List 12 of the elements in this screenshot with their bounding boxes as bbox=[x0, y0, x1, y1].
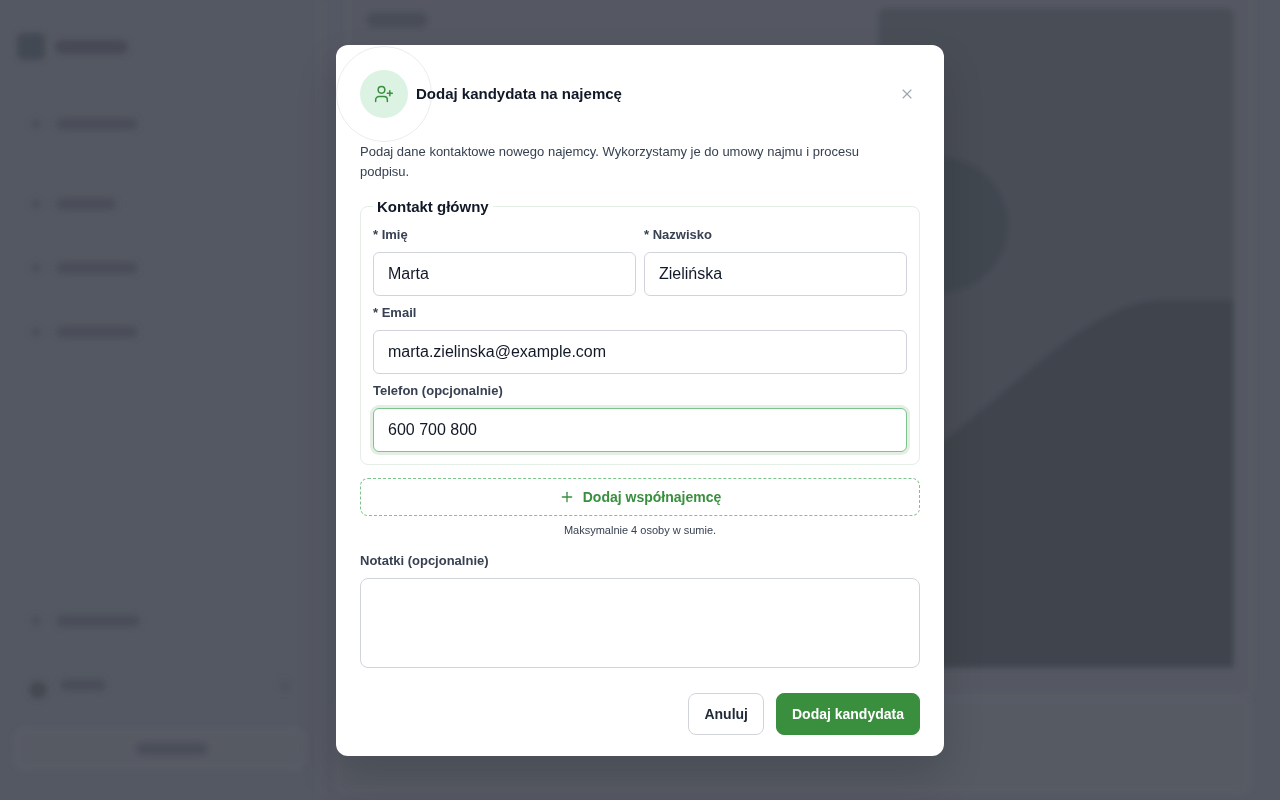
dialog-title: Dodaj kandydata na najemcę bbox=[416, 85, 622, 102]
cotenant-hint: Maksymalnie 4 osoby w sumie. bbox=[563, 522, 717, 537]
input-field[interactable]: Zielińska bbox=[644, 251, 907, 296]
dialog-description: Podaj dane kontaktowe nowego najemcy. Wykorzystamy je do umowy najmu i procesu podpisu. bbox=[360, 142, 860, 181]
field-label: * Nazwisko bbox=[644, 226, 712, 243]
input-field[interactable]: marta.zielinska@example.com bbox=[373, 329, 907, 374]
notes-field[interactable] bbox=[360, 577, 920, 668]
input-field[interactable]: 600 700 800 bbox=[373, 407, 907, 452]
cancel-button[interactable]: Anuluj bbox=[688, 692, 764, 735]
submit-button[interactable]: Dodaj kandydata bbox=[775, 692, 920, 735]
add-cotenant-button[interactable]: Dodaj współnajemcę bbox=[360, 477, 920, 516]
input-field[interactable]: Marta bbox=[373, 251, 636, 296]
